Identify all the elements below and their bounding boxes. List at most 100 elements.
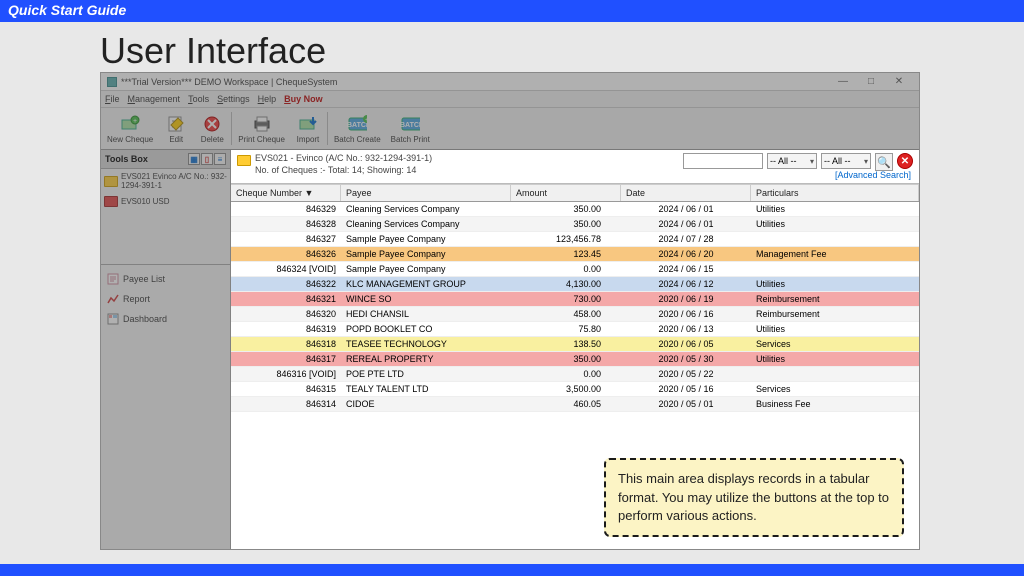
- view-list-button[interactable]: ▯: [201, 153, 213, 165]
- menu-file[interactable]: File: [105, 94, 120, 104]
- delete-label: Delete: [201, 135, 224, 144]
- cell-date: 2024 / 07 / 28: [621, 232, 751, 246]
- print-label: Print Cheque: [238, 135, 285, 144]
- cell-payee: CIDOE: [341, 397, 511, 411]
- col-date[interactable]: Date: [621, 185, 751, 201]
- col-payee[interactable]: Payee: [341, 185, 511, 201]
- cell-cheque-number: 846327: [231, 232, 341, 246]
- cell-cheque-number: 846318: [231, 337, 341, 351]
- col-particulars[interactable]: Particulars: [751, 185, 919, 201]
- print-cheque-button[interactable]: Print Cheque: [233, 109, 290, 148]
- table-row[interactable]: 846316 [VOID]POE PTE LTD0.002020 / 05 / …: [231, 367, 919, 382]
- edit-button[interactable]: Edit: [158, 109, 194, 148]
- cell-cheque-number: 846328: [231, 217, 341, 231]
- account-summary-line2: No. of Cheques :- Total: 14; Showing: 14: [255, 165, 432, 177]
- cell-date: 2020 / 05 / 16: [621, 382, 751, 396]
- cell-amount: 0.00: [511, 262, 621, 276]
- table-row[interactable]: 846315TEALY TALENT LTD3,500.002020 / 05 …: [231, 382, 919, 397]
- cell-cheque-number: 846324 [VOID]: [231, 262, 341, 276]
- table-row[interactable]: 846329Cleaning Services Company350.00202…: [231, 202, 919, 217]
- nav-report[interactable]: Report: [101, 289, 230, 309]
- dashboard-icon: [107, 313, 119, 325]
- folder-icon: [237, 155, 251, 166]
- cell-particulars: Services: [751, 382, 919, 396]
- new-cheque-button[interactable]: + New Cheque: [102, 109, 158, 148]
- payee-icon: [107, 273, 119, 285]
- cell-payee: POE PTE LTD: [341, 367, 511, 381]
- menu-settings[interactable]: Settings: [217, 94, 250, 104]
- minimize-button[interactable]: —: [829, 76, 857, 87]
- search-icon: 🔍: [877, 156, 891, 169]
- col-cheque-number[interactable]: Cheque Number ▼: [231, 185, 341, 201]
- close-icon: ✕: [901, 156, 909, 167]
- menu-buy-now[interactable]: Buy Now: [284, 94, 323, 104]
- left-panel: Tools Box ▦ ▯ ≡ EVS021 Evinco A/C No.: 9…: [101, 150, 231, 549]
- page-heading: User Interface: [0, 22, 1024, 74]
- account-item-evs021[interactable]: EVS021 Evinco A/C No.: 932-1294-391-1: [101, 169, 230, 193]
- cell-payee: Sample Payee Company: [341, 262, 511, 276]
- account-item-evs010[interactable]: EVS010 USD: [101, 193, 230, 210]
- cell-date: 2024 / 06 / 01: [621, 202, 751, 216]
- cell-payee: Sample Payee Company: [341, 247, 511, 261]
- menu-management[interactable]: Management: [128, 94, 181, 104]
- batch-print-icon: BATCH: [400, 114, 420, 134]
- cell-date: 2020 / 05 / 30: [621, 352, 751, 366]
- cell-payee: REREAL PROPERTY: [341, 352, 511, 366]
- menu-tools[interactable]: Tools: [188, 94, 209, 104]
- batch-print-button[interactable]: BATCH Batch Print: [386, 109, 435, 148]
- tools-box-title: Tools Box: [105, 154, 148, 164]
- cell-payee: TEALY TALENT LTD: [341, 382, 511, 396]
- nav-payee-list[interactable]: Payee List: [101, 269, 230, 289]
- view-tree-button[interactable]: ≡: [214, 153, 226, 165]
- filter-1-select[interactable]: -- All --: [767, 153, 817, 169]
- window-title: ***Trial Version*** DEMO Workspace | Che…: [121, 77, 337, 87]
- table-row[interactable]: 846324 [VOID]Sample Payee Company0.00202…: [231, 262, 919, 277]
- view-thumb-button[interactable]: ▦: [188, 153, 200, 165]
- search-input[interactable]: [683, 153, 763, 169]
- delete-button[interactable]: Delete: [194, 109, 230, 148]
- cell-particulars: Business Fee: [751, 397, 919, 411]
- cell-cheque-number: 846329: [231, 202, 341, 216]
- cell-amount: 350.00: [511, 202, 621, 216]
- cell-amount: 460.05: [511, 397, 621, 411]
- cell-payee: KLC MANAGEMENT GROUP: [341, 277, 511, 291]
- nav-dashboard[interactable]: Dashboard: [101, 309, 230, 329]
- table-row[interactable]: 846326Sample Payee Company123.452024 / 0…: [231, 247, 919, 262]
- col-amount[interactable]: Amount: [511, 185, 621, 201]
- svg-text:+: +: [133, 118, 137, 125]
- table-row[interactable]: 846317REREAL PROPERTY350.002020 / 05 / 3…: [231, 352, 919, 367]
- cell-date: 2024 / 06 / 15: [621, 262, 751, 276]
- cell-date: 2024 / 06 / 01: [621, 217, 751, 231]
- menu-bar: File Management Tools Settings Help Buy …: [101, 91, 919, 108]
- filter-2-select[interactable]: -- All --: [821, 153, 871, 169]
- table-row[interactable]: 846314CIDOE460.052020 / 05 / 01Business …: [231, 397, 919, 412]
- table-row[interactable]: 846321WINCE SO730.002020 / 06 / 19Reimbu…: [231, 292, 919, 307]
- search-button[interactable]: 🔍: [875, 153, 893, 171]
- close-button[interactable]: ✕: [885, 76, 913, 87]
- edit-icon: [166, 114, 186, 134]
- batch-create-icon: BATCH+: [347, 114, 367, 134]
- title-bar: ***Trial Version*** DEMO Workspace | Che…: [101, 73, 919, 91]
- table-row[interactable]: 846328Cleaning Services Company350.00202…: [231, 217, 919, 232]
- table-row[interactable]: 846319POPD BOOKLET CO75.802020 / 06 / 13…: [231, 322, 919, 337]
- cell-particulars: Reimbursement: [751, 307, 919, 321]
- clear-search-button[interactable]: ✕: [897, 153, 913, 169]
- menu-help[interactable]: Help: [258, 94, 277, 104]
- cell-date: 2024 / 06 / 20: [621, 247, 751, 261]
- new-cheque-icon: +: [120, 114, 140, 134]
- table-row[interactable]: 846320HEDI CHANSIL458.002020 / 06 / 16Re…: [231, 307, 919, 322]
- table-row[interactable]: 846327Sample Payee Company123,456.782024…: [231, 232, 919, 247]
- table-row[interactable]: 846322KLC MANAGEMENT GROUP4,130.002024 /…: [231, 277, 919, 292]
- maximize-button[interactable]: □: [857, 76, 885, 87]
- cell-amount: 123,456.78: [511, 232, 621, 246]
- cell-particulars: Management Fee: [751, 247, 919, 261]
- batch-create-button[interactable]: BATCH+ Batch Create: [329, 109, 386, 148]
- cell-date: 2020 / 05 / 01: [621, 397, 751, 411]
- cell-amount: 0.00: [511, 367, 621, 381]
- account-summary-line1: EVS021 - Evinco (A/C No.: 932-1294-391-1…: [255, 153, 432, 165]
- table-row[interactable]: 846318TEASEE TECHNOLOGY138.502020 / 06 /…: [231, 337, 919, 352]
- cell-amount: 3,500.00: [511, 382, 621, 396]
- advanced-search-link[interactable]: [Advanced Search]: [835, 170, 911, 180]
- cell-cheque-number: 846320: [231, 307, 341, 321]
- import-button[interactable]: Import: [290, 109, 326, 148]
